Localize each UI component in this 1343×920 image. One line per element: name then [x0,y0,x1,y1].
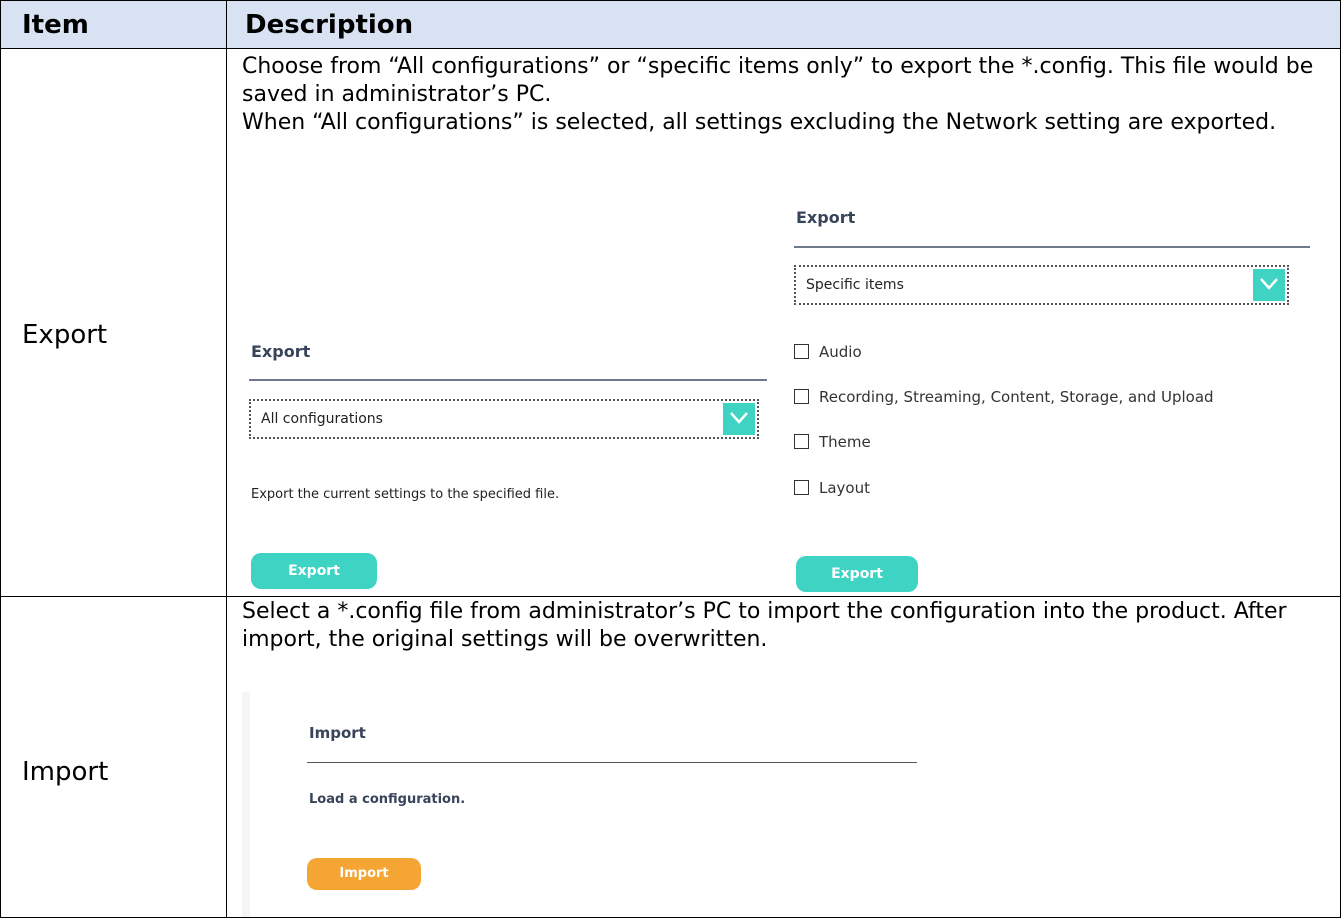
export-specific-button[interactable]: Export [796,556,918,592]
export-all-divider [249,379,767,381]
row-label-export: Export [22,320,108,350]
table-header: Item Description [1,1,1340,49]
checkbox-label: Audio [819,343,862,361]
checkbox-layout[interactable]: Layout [794,479,870,497]
checkbox-label: Layout [819,479,870,497]
import-button[interactable]: Import [307,858,421,890]
checkbox-label: Recording, Streaming, Content, Storage, … [819,388,1214,406]
row-divider [1,596,1340,597]
column-divider [226,1,227,917]
checkbox-recording[interactable]: Recording, Streaming, Content, Storage, … [794,388,1214,406]
checkbox-unchecked-icon[interactable] [794,344,809,359]
import-description-line: Select a *.config file from administrato… [242,599,1287,652]
import-panel: Import Load a configuration. Import [242,692,917,917]
checkbox-theme[interactable]: Theme [794,433,871,451]
export-description: Choose from “All configurations” or “spe… [242,53,1327,137]
import-panel-body: Import Load a configuration. Import [250,692,917,917]
import-description: Select a *.config file from administrato… [242,598,1327,654]
checkbox-unchecked-icon[interactable] [794,480,809,495]
export-type-select-value: All configurations [261,411,383,427]
checkbox-audio[interactable]: Audio [794,343,862,361]
export-type-select[interactable]: All configurations [249,399,759,439]
chevron-down-icon[interactable] [1253,269,1285,301]
checkbox-unchecked-icon[interactable] [794,389,809,404]
header-description: Description [245,10,414,40]
export-specific-title: Export [796,208,856,227]
export-description-line: Choose from “All configurations” or “spe… [242,54,1314,107]
import-note: Load a configuration. [309,792,466,807]
checkbox-label: Theme [819,433,871,451]
export-all-button[interactable]: Export [251,553,377,589]
export-description-line: When “All configurations” is selected, a… [242,110,1277,135]
export-specific-select-value: Specific items [806,277,904,293]
checkbox-unchecked-icon[interactable] [794,434,809,449]
chevron-down-icon[interactable] [723,403,755,435]
row-label-import: Import [22,757,109,787]
settings-table: Item Description Export Choose from “All… [0,0,1341,918]
export-all-title: Export [251,342,311,361]
header-item: Item [22,10,89,40]
export-specific-select[interactable]: Specific items [794,265,1289,305]
export-all-note: Export the current settings to the speci… [251,487,560,502]
export-specific-divider [794,246,1310,248]
import-divider [307,762,917,763]
import-title: Import [309,724,366,742]
